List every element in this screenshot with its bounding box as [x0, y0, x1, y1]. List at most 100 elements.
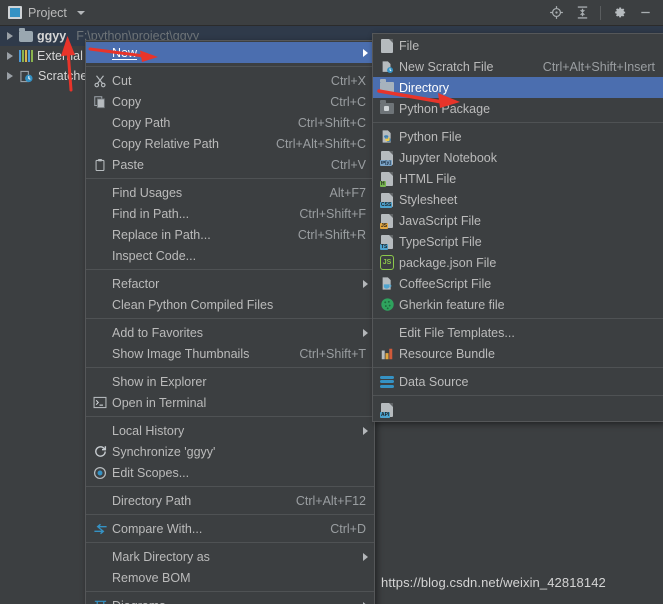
submenu-item-accelerator: Ctrl+Alt+Shift+Insert [542, 59, 655, 74]
menu-separator [86, 178, 374, 179]
submenu-arrow-icon [363, 426, 368, 435]
menu-item-replace-in-path[interactable]: Replace in Path... Ctrl+Shift+R [86, 224, 374, 245]
menu-separator [86, 269, 374, 270]
submenu-item-coffeescript-file[interactable]: CoffeeScript File [373, 273, 663, 294]
submenu-separator [373, 318, 663, 319]
menu-item-accelerator: Ctrl+Alt+Shift+C [276, 136, 366, 151]
tree-item-label: ggyy [37, 29, 67, 43]
submenu-item-stylesheet[interactable]: CSS Stylesheet [373, 189, 663, 210]
no-icon [90, 297, 110, 313]
menu-item-accelerator: Ctrl+D [330, 521, 366, 536]
menu-item-accelerator: Ctrl+Shift+F [299, 206, 366, 221]
menu-item-refactor[interactable]: Refactor [86, 273, 374, 294]
menu-item-find-in-path[interactable]: Find in Path... Ctrl+Shift+F [86, 203, 374, 224]
menu-item-accelerator: Ctrl+Shift+T [299, 346, 366, 361]
context-menu: New Cut Ctrl+X Copy Ctrl+C Copy Path Ctr… [85, 40, 375, 604]
submenu-item-http-request[interactable]: API [373, 399, 663, 420]
submenu-arrow-icon [363, 552, 368, 561]
new-submenu: File New Scratch File Ctrl+Alt+Shift+Ins… [372, 33, 663, 422]
data-source-icon [377, 374, 397, 390]
menu-item-copy-relative-path[interactable]: Copy Relative Path Ctrl+Alt+Shift+C [86, 133, 374, 154]
no-icon [90, 423, 110, 439]
copy-icon [90, 94, 110, 110]
collapse-all-icon[interactable] [574, 5, 590, 21]
menu-item-label: Clean Python Compiled Files [112, 297, 274, 312]
menu-item-new[interactable]: New [86, 42, 374, 63]
submenu-item-resource-bundle[interactable]: Resource Bundle [373, 343, 663, 364]
submenu-item-file[interactable]: File [373, 35, 663, 56]
no-icon [90, 248, 110, 264]
menu-item-inspect-code[interactable]: Inspect Code... [86, 245, 374, 266]
coffeescript-icon [377, 276, 397, 292]
submenu-item-html-file[interactable]: H HTML File [373, 168, 663, 189]
menu-item-label: Copy Relative Path [112, 136, 220, 151]
menu-item-add-to-favorites[interactable]: Add to Favorites [86, 322, 374, 343]
menu-item-clean-python-compiled-files[interactable]: Clean Python Compiled Files [86, 294, 374, 315]
menu-item-edit-scopes[interactable]: Edit Scopes... [86, 462, 374, 483]
chevron-down-icon[interactable] [76, 10, 85, 15]
submenu-item-package-json-file[interactable]: JS package.json File [373, 252, 663, 273]
menu-item-directory-path[interactable]: Directory Path Ctrl+Alt+F12 [86, 490, 374, 511]
expand-triangle-icon[interactable] [7, 72, 13, 80]
submenu-item-new-scratch-file[interactable]: New Scratch File Ctrl+Alt+Shift+Insert [373, 56, 663, 77]
submenu-item-data-source[interactable]: Data Source [373, 371, 663, 392]
http-request-icon: API [377, 402, 397, 418]
locate-icon[interactable] [548, 5, 564, 21]
submenu-arrow-icon [363, 48, 368, 57]
menu-separator [86, 591, 374, 592]
menu-item-label: Find Usages [112, 185, 183, 200]
toolwindow-actions [548, 5, 663, 21]
project-toolwindow-header: Project [0, 0, 663, 26]
menu-item-copy[interactable]: Copy Ctrl+C [86, 91, 374, 112]
submenu-item-javascript-file[interactable]: JS JavaScript File [373, 210, 663, 231]
submenu-item-python-file[interactable]: Python File [373, 126, 663, 147]
project-title-group[interactable]: Project [0, 6, 85, 20]
submenu-item-label: package.json File [399, 255, 497, 270]
submenu-item-directory[interactable]: Directory [373, 77, 663, 98]
page-title: Project [28, 5, 67, 20]
menu-item-compare-with[interactable]: Compare With... Ctrl+D [86, 518, 374, 539]
menu-item-find-usages[interactable]: Find Usages Alt+F7 [86, 182, 374, 203]
menu-item-accelerator: Ctrl+Shift+C [297, 115, 366, 130]
submenu-item-python-package[interactable]: Python Package [373, 98, 663, 119]
no-icon [90, 325, 110, 341]
submenu-item-edit-file-templates[interactable]: Edit File Templates... [373, 322, 663, 343]
menu-item-local-history[interactable]: Local History [86, 420, 374, 441]
menu-item-show-image-thumbnails[interactable]: Show Image Thumbnails Ctrl+Shift+T [86, 343, 374, 364]
submenu-item-typescript-file[interactable]: TS TypeScript File [373, 231, 663, 252]
hide-minimize-icon[interactable] [637, 5, 653, 21]
menu-item-remove-bom[interactable]: Remove BOM [86, 567, 374, 588]
submenu-item-jupyter-notebook[interactable]: IP[y] Jupyter Notebook [373, 147, 663, 168]
python-file-icon [377, 129, 397, 145]
menu-item-synchronize[interactable]: Synchronize 'ggyy' [86, 441, 374, 462]
submenu-separator [373, 395, 663, 396]
no-icon [90, 549, 110, 565]
menu-item-show-in-explorer[interactable]: Show in Explorer [86, 371, 374, 392]
menu-item-cut[interactable]: Cut Ctrl+X [86, 70, 374, 91]
watermark-url: https://blog.csdn.net/weixin_42818142 [381, 575, 606, 590]
no-icon [90, 206, 110, 222]
menu-separator [86, 367, 374, 368]
menu-item-accelerator: Ctrl+V [330, 157, 366, 172]
menu-item-paste[interactable]: Paste Ctrl+V [86, 154, 374, 175]
menu-item-mark-directory-as[interactable]: Mark Directory as [86, 546, 374, 567]
expand-triangle-icon[interactable] [7, 52, 13, 60]
no-icon [90, 374, 110, 390]
jupyter-icon: IP[y] [377, 150, 397, 166]
menu-item-label: Show Image Thumbnails [112, 346, 250, 361]
menu-item-label: Copy [112, 94, 142, 109]
submenu-item-label: Stylesheet [399, 192, 458, 207]
scope-icon [90, 465, 110, 481]
submenu-item-gherkin-feature-file[interactable]: Gherkin feature file [373, 294, 663, 315]
expand-triangle-icon[interactable] [7, 32, 13, 40]
menu-item-open-in-terminal[interactable]: Open in Terminal [86, 392, 374, 413]
terminal-icon [90, 395, 110, 411]
menu-item-copy-path[interactable]: Copy Path Ctrl+Shift+C [86, 112, 374, 133]
submenu-item-label: Gherkin feature file [399, 297, 505, 312]
menu-item-label: Cut [112, 73, 132, 88]
menu-item-accelerator: Ctrl+C [330, 94, 366, 109]
menu-item-diagrams[interactable]: Diagrams [86, 595, 374, 604]
folder-icon [19, 27, 33, 42]
settings-gear-icon[interactable] [611, 5, 627, 21]
scratch-file-icon [377, 59, 397, 75]
